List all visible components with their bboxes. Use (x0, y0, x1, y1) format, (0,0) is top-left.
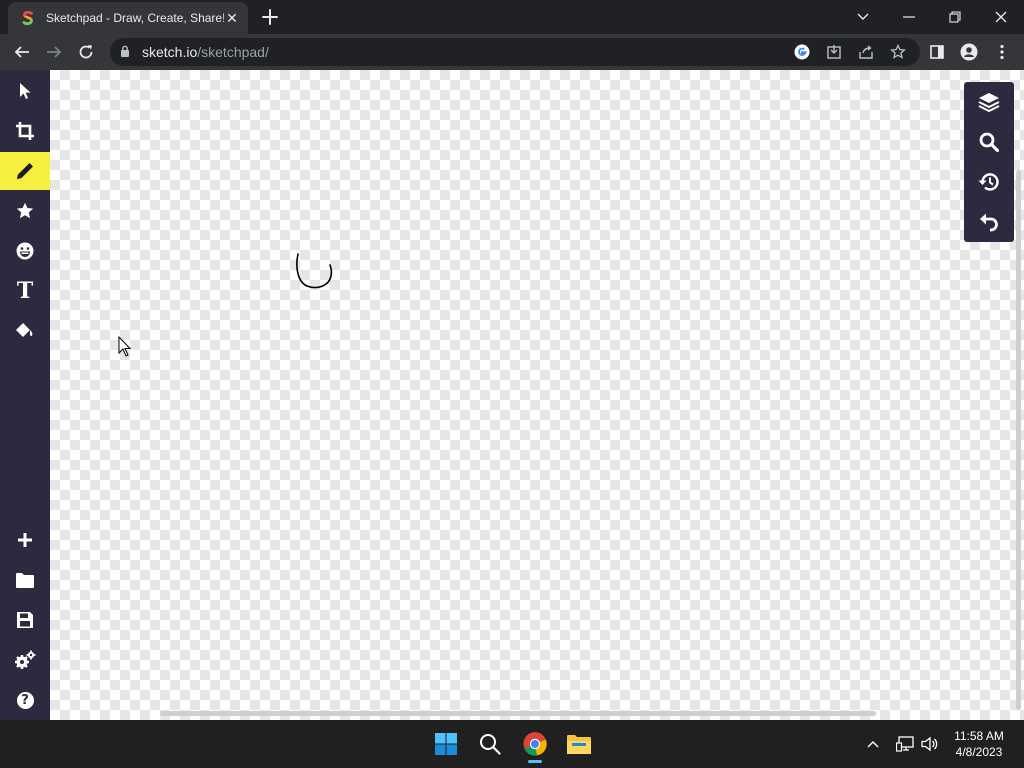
lock-icon[interactable] (120, 45, 130, 58)
zoom-button[interactable] (964, 122, 1014, 162)
layers-button[interactable] (964, 82, 1014, 122)
google-icon[interactable] (792, 42, 812, 62)
chevron-up-icon[interactable] (863, 734, 883, 754)
pointer-icon (20, 83, 31, 99)
magnifier-icon (979, 132, 999, 152)
browser-tab[interactable]: Sketchpad - Draw, Create, Share! ✕ (8, 2, 248, 34)
pencil-icon (17, 163, 33, 179)
tool-crop[interactable] (0, 112, 50, 150)
tool-emoji[interactable] (0, 232, 50, 270)
tool-open[interactable] (0, 561, 50, 599)
new-tab-plus-icon[interactable] (258, 6, 282, 28)
drawn-stroke (296, 253, 333, 289)
tool-text[interactable]: T (0, 272, 50, 310)
undo-icon (980, 213, 998, 232)
history-button[interactable] (964, 162, 1014, 202)
bookmark-star-icon[interactable] (888, 42, 908, 62)
drawing-canvas[interactable] (50, 70, 1024, 720)
clock-time: 11:58 AM (954, 729, 1004, 743)
tab-strip: Sketchpad - Draw, Create, Share! ✕ (0, 0, 1024, 34)
sketchpad-s-icon (22, 11, 33, 25)
tool-new[interactable] (0, 521, 50, 559)
mouse-cursor-icon (118, 336, 132, 357)
address-bar[interactable]: sketch.io/sketchpad/ (110, 38, 920, 66)
save-icon (17, 612, 33, 628)
menu-dots-icon[interactable] (990, 40, 1014, 64)
undo-button[interactable] (964, 202, 1014, 242)
url-host: sketch.io (142, 44, 198, 60)
url-path: /sketchpad/ (197, 44, 269, 60)
tool-help[interactable]: ? (0, 681, 50, 719)
tool-pencil[interactable] (0, 152, 50, 190)
file-explorer-icon[interactable] (561, 726, 597, 762)
windows-start-icon[interactable] (428, 726, 464, 762)
plus-icon (18, 533, 32, 547)
close-icon[interactable] (978, 0, 1024, 34)
tab-close-icon[interactable]: ✕ (224, 10, 240, 26)
tool-fill[interactable] (0, 312, 50, 350)
system-clock[interactable]: 11:58 AM 4/8/2023 (946, 728, 1012, 760)
install-icon[interactable] (824, 42, 844, 62)
back-arrow-icon[interactable] (10, 40, 34, 64)
profile-icon[interactable] (957, 40, 981, 64)
star-icon (16, 202, 34, 219)
right-toolbar (964, 82, 1014, 242)
search-icon[interactable] (472, 726, 508, 762)
url-text[interactable]: sketch.io/sketchpad/ (142, 44, 269, 60)
text-t-icon: T (16, 278, 34, 304)
chrome-active-indicator (528, 760, 542, 763)
tool-stamp[interactable] (0, 192, 50, 230)
minimize-icon[interactable] (886, 0, 932, 34)
help-icon: ? (16, 691, 34, 709)
network-icon[interactable] (895, 734, 915, 754)
tool-settings[interactable] (0, 641, 50, 679)
paint-bucket-icon (16, 323, 33, 337)
crop-icon (16, 122, 34, 140)
chrome-icon[interactable] (517, 726, 553, 762)
clock-date: 4/8/2023 (955, 745, 1003, 759)
reload-icon[interactable] (74, 40, 98, 64)
windows-taskbar: 11:58 AM 4/8/2023 (0, 720, 1024, 768)
folder-icon (16, 573, 34, 588)
gears-icon (15, 650, 36, 669)
forward-arrow-icon[interactable] (42, 40, 66, 64)
tab-search-chevron-icon[interactable] (840, 0, 886, 34)
tool-save[interactable] (0, 601, 50, 639)
tool-sidebar: T ? (0, 70, 50, 720)
volume-icon[interactable] (920, 734, 940, 754)
history-icon (978, 173, 999, 191)
restore-icon[interactable] (932, 0, 978, 34)
side-panel-icon[interactable] (925, 40, 949, 64)
sketchpad-app: T ? (0, 70, 1024, 720)
horizontal-scrollbar[interactable] (160, 711, 876, 716)
emoji-icon (16, 242, 34, 260)
share-icon[interactable] (856, 42, 876, 62)
tab-title: Sketchpad - Draw, Create, Share! (46, 11, 224, 25)
tool-select[interactable] (0, 72, 50, 110)
vertical-scrollbar[interactable] (1016, 170, 1021, 710)
layers-icon (978, 93, 1000, 112)
